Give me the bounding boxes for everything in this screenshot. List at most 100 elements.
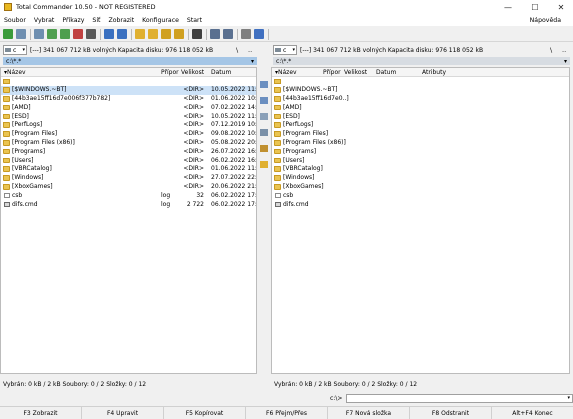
file-row[interactable]: [AMD]	[272, 103, 569, 112]
file-row[interactable]: [Program Files (x86)]	[272, 139, 569, 148]
view-brief-icon[interactable]	[16, 29, 26, 39]
right-up-button[interactable]: ..	[562, 46, 566, 54]
notepad-icon[interactable]	[254, 29, 264, 39]
menu-napoveda[interactable]: Nápověda	[530, 17, 561, 24]
header-size[interactable]: Velikost	[181, 69, 204, 76]
ftp-disconnect-icon[interactable]	[174, 29, 184, 39]
f6-move-button[interactable]: F6 Přejm/Přes	[246, 407, 328, 419]
header-attributes[interactable]: Atributy	[422, 69, 446, 76]
menu-sit[interactable]: Síť	[92, 17, 100, 24]
search-icon[interactable]	[192, 29, 202, 39]
file-row[interactable]: [Users] <DIR> 06.02.2022 16:24	[1, 156, 256, 165]
file-row[interactable]	[1, 77, 256, 86]
copy-icon[interactable]	[260, 81, 268, 88]
cell-date: 06.02.2022 16:24	[211, 156, 257, 164]
view-full-icon[interactable]	[34, 29, 44, 39]
f7-newfolder-button[interactable]: F7 Nová složka	[328, 407, 410, 419]
left-root-button[interactable]: \	[236, 46, 238, 54]
unpack-icon[interactable]	[148, 29, 158, 39]
minimize-button[interactable]: —	[495, 0, 521, 14]
pack-icon[interactable]	[135, 29, 145, 39]
multi-rename-icon[interactable]	[210, 29, 220, 39]
altf4-exit-button[interactable]: Alt+F4 Konec	[492, 407, 573, 419]
file-row[interactable]: [Windows]	[272, 174, 569, 183]
close-button[interactable]: ✕	[548, 0, 573, 14]
right-drive-select[interactable]: c ▾	[273, 45, 297, 55]
right-path-bar[interactable]: c:\*.* ▾	[273, 57, 570, 65]
view-tree-icon[interactable]	[47, 29, 57, 39]
file-row[interactable]	[272, 77, 569, 86]
chevron-down-icon[interactable]: ▾	[567, 395, 570, 401]
menu-start[interactable]: Start	[187, 17, 202, 24]
header-date[interactable]: Datum	[376, 69, 396, 76]
cell-name: [AMD]	[12, 103, 31, 111]
file-row[interactable]: [Users]	[272, 156, 569, 165]
header-name[interactable]: ▾Název	[4, 69, 26, 76]
file-row[interactable]: [XboxGames]	[272, 183, 569, 192]
f3-view-button[interactable]: F3 Zobrazit	[0, 407, 82, 419]
sort-icon[interactable]	[73, 29, 83, 39]
file-row[interactable]: [Programs]	[272, 147, 569, 156]
menu-konfigurace[interactable]: Konfigurace	[142, 17, 179, 24]
copy-names-icon[interactable]	[241, 29, 251, 39]
menu-vybrat[interactable]: Vybrat	[34, 17, 54, 24]
file-row[interactable]: [Programs] <DIR> 26.07.2022 16:48	[1, 147, 256, 156]
left-file-panel[interactable]: ▾Název Přípor Velikost Datum [$WINDOWS.~…	[0, 67, 257, 374]
file-row[interactable]: [PerfLogs]	[272, 121, 569, 130]
file-row[interactable]: [AMD] <DIR> 07.02.2022 14:37	[1, 103, 256, 112]
command-line-input[interactable]: ▾	[346, 394, 573, 403]
left-status: Vybrán: 0 kB / 2 kB Soubory: 0 / 2 Složk…	[3, 381, 147, 388]
ftp-icon[interactable]	[161, 29, 171, 39]
favorites-icon[interactable]: ▾	[564, 58, 567, 65]
header-ext[interactable]: Přípor	[161, 69, 179, 76]
file-row[interactable]: [Windows] <DIR> 27.07.2022 22:24	[1, 174, 256, 183]
file-row[interactable]: csb log 32 06.02.2022 17:15	[1, 191, 256, 200]
file-row[interactable]: [ESD]	[272, 112, 569, 121]
file-row[interactable]: csb	[272, 191, 569, 200]
delete-icon[interactable]	[260, 145, 268, 152]
file-row[interactable]: [VBRCatalog]	[272, 165, 569, 174]
f8-delete-button[interactable]: F8 Odstranit	[410, 407, 492, 419]
favorites-icon[interactable]: ▾	[251, 58, 254, 65]
file-row[interactable]: difs.cmd log 2 722 06.02.2022 17:15	[1, 200, 256, 209]
file-row[interactable]: [Program Files] <DIR> 09.08.2022 10:32	[1, 130, 256, 139]
f5-copy-button[interactable]: F5 Kopírovat	[164, 407, 246, 419]
move-icon[interactable]	[260, 97, 268, 104]
right-drive-bar: c ▾ [---] 341 067 712 kB volných Kapacit…	[273, 44, 570, 56]
right-root-button[interactable]: \	[550, 46, 552, 54]
file-row[interactable]: [XboxGames] <DIR> 20.06.2022 21:11	[1, 183, 256, 192]
file-row[interactable]: [$WINDOWS.~BT]	[272, 86, 569, 95]
pack-icon[interactable]	[260, 129, 268, 136]
cell-date: 07.02.2022 14:37	[211, 103, 257, 111]
view-thumbs-icon[interactable]	[60, 29, 70, 39]
menu-prikazy[interactable]: Příkazy	[62, 17, 84, 24]
newfolder-icon[interactable]	[260, 161, 268, 168]
menu-zobrazit[interactable]: Zobrazit	[108, 17, 134, 24]
invert-selection-icon[interactable]	[86, 29, 96, 39]
left-drive-select[interactable]: c ▾	[3, 45, 27, 55]
left-path-bar[interactable]: c:\*.* ▾	[3, 57, 257, 65]
file-row[interactable]: difs.cmd	[272, 200, 569, 209]
file-row[interactable]: [Program Files]	[272, 130, 569, 139]
sync-dirs-icon[interactable]	[223, 29, 233, 39]
right-file-panel[interactable]: ▾Název Přípor Velikost Datum Atributy [$…	[271, 67, 570, 374]
maximize-button[interactable]: ☐	[522, 0, 548, 14]
f4-edit-button[interactable]: F4 Upravit	[82, 407, 164, 419]
header-size[interactable]: Velikost	[344, 69, 367, 76]
forward-icon[interactable]	[117, 29, 127, 39]
header-date[interactable]: Datum	[211, 69, 231, 76]
file-row[interactable]: [VBRCatalog] <DIR> 01.06.2022 11:06	[1, 165, 256, 174]
file-row[interactable]: [PerfLogs] <DIR> 07.12.2019 10:14	[1, 121, 256, 130]
refresh-icon[interactable]	[3, 29, 13, 39]
header-ext[interactable]: Přípor	[323, 69, 341, 76]
left-up-button[interactable]: ..	[248, 46, 252, 54]
file-row[interactable]: [$WINDOWS.~BT] <DIR> 10.05.2022 11:49	[1, 85, 256, 95]
back-icon[interactable]	[104, 29, 114, 39]
header-name[interactable]: ▾Název	[275, 69, 297, 76]
file-row[interactable]: [44b3ae15ff16d7e0..]	[272, 95, 569, 104]
file-row[interactable]: [ESD] <DIR> 10.05.2022 11:53	[1, 112, 256, 121]
file-row[interactable]: [44b3ae15ff16d7e006f377b782] <DIR> 01.06.2…	[1, 95, 256, 104]
compare-icon[interactable]	[260, 113, 268, 120]
file-row[interactable]: [Program Files (x86)] <DIR> 05.08.2022 20:…	[1, 139, 256, 148]
menu-soubor[interactable]: Soubor	[4, 17, 26, 24]
